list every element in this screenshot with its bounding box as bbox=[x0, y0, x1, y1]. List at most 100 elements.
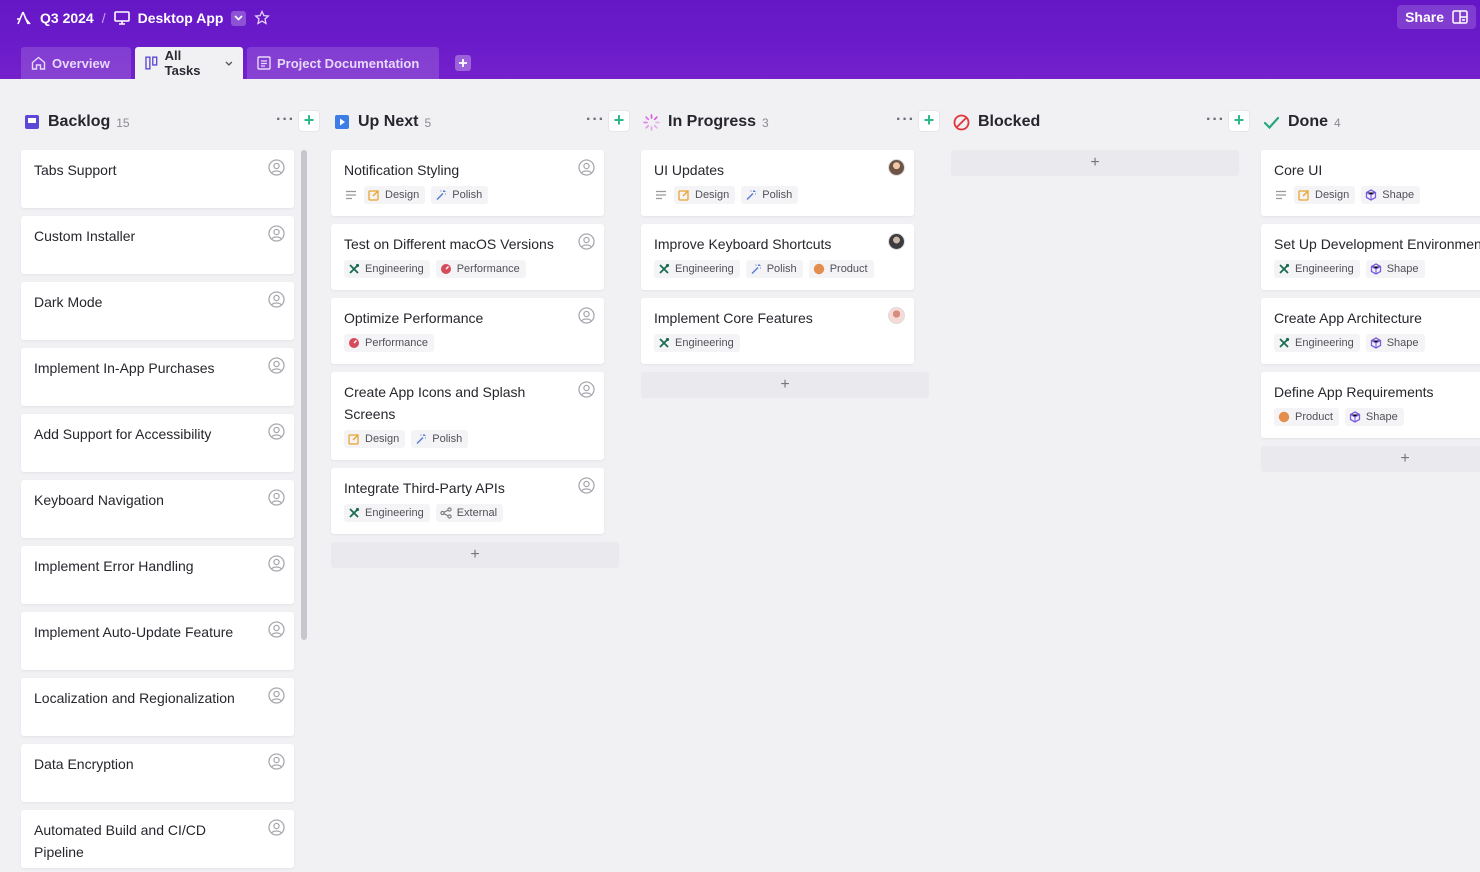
assignee-button[interactable] bbox=[268, 291, 285, 308]
design-tag[interactable]: Design bbox=[1294, 186, 1356, 204]
assignee-button[interactable] bbox=[268, 687, 285, 704]
engineering-tag[interactable]: Engineering bbox=[654, 334, 740, 352]
task-card[interactable]: Custom Installer bbox=[21, 216, 294, 274]
task-card[interactable]: Define App Requirements Product Shape bbox=[1261, 372, 1480, 438]
workspace-logo-icon[interactable] bbox=[16, 10, 32, 26]
assignee-button[interactable] bbox=[268, 753, 285, 770]
task-card[interactable]: Add Support for Accessibility bbox=[21, 414, 294, 472]
task-card[interactable]: Localization and Regionalization bbox=[21, 678, 294, 736]
design-tag[interactable]: Design bbox=[344, 430, 406, 448]
column-add-button[interactable]: + bbox=[1229, 111, 1249, 131]
tag-label: Product bbox=[829, 263, 868, 275]
task-card[interactable]: Tabs Support bbox=[21, 150, 294, 208]
cube-icon bbox=[1370, 337, 1381, 349]
task-card[interactable]: Automated Build and CI/CD Pipeline bbox=[21, 810, 294, 868]
engineering-tag[interactable]: Engineering bbox=[654, 260, 740, 278]
task-card[interactable]: UI Updates Design Polish bbox=[641, 150, 914, 216]
tag-label: Engineering bbox=[1295, 337, 1354, 349]
task-card[interactable]: Implement Error Handling bbox=[21, 546, 294, 604]
task-card[interactable]: Notification Styling Design Polish bbox=[331, 150, 604, 216]
task-card[interactable]: Keyboard Navigation bbox=[21, 480, 294, 538]
column-more-button[interactable]: ··· bbox=[586, 112, 605, 128]
description-icon bbox=[654, 188, 668, 202]
view-dropdown-button[interactable] bbox=[231, 10, 247, 26]
task-card[interactable]: Integrate Third-Party APIs Engineering Ex… bbox=[331, 468, 604, 534]
avatar[interactable] bbox=[888, 159, 905, 176]
design-tag[interactable]: Design bbox=[674, 186, 736, 204]
task-card[interactable]: Implement Auto-Update Feature bbox=[21, 612, 294, 670]
column-add-button[interactable]: + bbox=[609, 111, 629, 131]
task-title: Define App Requirements bbox=[1274, 384, 1434, 400]
column-more-button[interactable]: ··· bbox=[276, 112, 295, 128]
assignee-button[interactable] bbox=[268, 489, 285, 506]
tab-overview[interactable]: Overview bbox=[21, 47, 131, 79]
add-card-button[interactable]: + bbox=[331, 542, 619, 568]
add-card-button[interactable]: + bbox=[1261, 446, 1480, 472]
polish-tag[interactable]: Polish bbox=[745, 260, 803, 278]
magic-wand-icon bbox=[436, 190, 447, 201]
engineering-tag[interactable]: Engineering bbox=[344, 504, 430, 522]
assignee-button[interactable] bbox=[268, 423, 285, 440]
task-card[interactable]: Implement In-App Purchases bbox=[21, 348, 294, 406]
task-card[interactable]: Set Up Development Environment Engineeri… bbox=[1261, 224, 1480, 290]
star-icon[interactable] bbox=[254, 10, 271, 26]
shape-tag[interactable]: Shape bbox=[1344, 408, 1404, 426]
polish-tag[interactable]: Polish bbox=[431, 186, 489, 204]
assignee-button[interactable] bbox=[268, 225, 285, 242]
assignee-button[interactable] bbox=[578, 477, 595, 494]
card-list: UI Updates Design Polish Improve Keyboard… bbox=[641, 150, 929, 398]
task-card[interactable]: Dark Mode bbox=[21, 282, 294, 340]
task-card[interactable]: Core UI Design Shape bbox=[1261, 150, 1480, 216]
task-card[interactable]: Data Encryption bbox=[21, 744, 294, 802]
task-card[interactable]: Create App Icons and Splash Screens Desi… bbox=[331, 372, 604, 460]
assignee-button[interactable] bbox=[578, 381, 595, 398]
assignee-button[interactable] bbox=[268, 555, 285, 572]
add-card-button[interactable]: + bbox=[951, 150, 1239, 176]
column-add-button[interactable]: + bbox=[919, 111, 939, 131]
column-add-button[interactable]: + bbox=[299, 111, 319, 131]
task-card[interactable]: Test on Different macOS Versions Enginee… bbox=[331, 224, 604, 290]
assignee-button[interactable] bbox=[268, 621, 285, 638]
card-tags: Design Polish bbox=[344, 430, 564, 448]
shape-tag[interactable]: Shape bbox=[1361, 186, 1421, 204]
column-more-button[interactable]: ··· bbox=[896, 112, 915, 128]
avatar[interactable] bbox=[888, 233, 905, 250]
breadcrumb: Q3 2024 / Desktop App bbox=[16, 8, 271, 28]
task-card[interactable]: Optimize Performance Performance bbox=[331, 298, 604, 364]
view-title[interactable]: Desktop App bbox=[138, 10, 224, 26]
avatar[interactable] bbox=[888, 307, 905, 324]
task-card[interactable]: Implement Core Features Engineering bbox=[641, 298, 914, 364]
tab-all-tasks[interactable]: All Tasks bbox=[135, 47, 243, 79]
engineering-tag[interactable]: Engineering bbox=[1274, 260, 1360, 278]
engineering-tag[interactable]: Engineering bbox=[344, 260, 430, 278]
polish-tag[interactable]: Polish bbox=[411, 430, 469, 448]
add-card-button[interactable]: + bbox=[641, 372, 929, 398]
performance-tag[interactable]: Performance bbox=[435, 260, 526, 278]
product-tag[interactable]: Product bbox=[1274, 408, 1339, 426]
polish-tag[interactable]: Polish bbox=[741, 186, 799, 204]
assignee-button[interactable] bbox=[268, 819, 285, 836]
project-link[interactable]: Q3 2024 bbox=[40, 10, 94, 26]
task-card[interactable]: Create App Architecture Engineering Shape bbox=[1261, 298, 1480, 364]
tab-project-documentation[interactable]: Project Documentation bbox=[247, 47, 439, 79]
task-card[interactable]: Improve Keyboard Shortcuts Engineering Po… bbox=[641, 224, 914, 290]
assignee-button[interactable] bbox=[268, 357, 285, 374]
design-tag[interactable]: Design bbox=[364, 186, 426, 204]
share-button[interactable]: Share bbox=[1397, 5, 1476, 29]
assignee-button[interactable] bbox=[578, 307, 595, 324]
add-tab-button[interactable] bbox=[455, 55, 471, 71]
column-title: In Progress bbox=[668, 113, 757, 130]
shape-tag[interactable]: Shape bbox=[1365, 260, 1425, 278]
backlog-scrollbar[interactable] bbox=[301, 150, 307, 640]
assignee-button[interactable] bbox=[268, 159, 285, 176]
performance-tag[interactable]: Performance bbox=[344, 334, 434, 352]
shape-tag[interactable]: Shape bbox=[1365, 334, 1425, 352]
engineering-tag[interactable]: Engineering bbox=[1274, 334, 1360, 352]
column-count: 5 bbox=[424, 116, 432, 130]
assignee-button[interactable] bbox=[578, 159, 595, 176]
column-more-button[interactable]: ··· bbox=[1206, 112, 1225, 128]
product-tag[interactable]: Product bbox=[808, 260, 874, 278]
assignee-button[interactable] bbox=[578, 233, 595, 250]
external-tag[interactable]: External bbox=[435, 504, 504, 522]
unassigned-user-icon bbox=[268, 753, 285, 770]
